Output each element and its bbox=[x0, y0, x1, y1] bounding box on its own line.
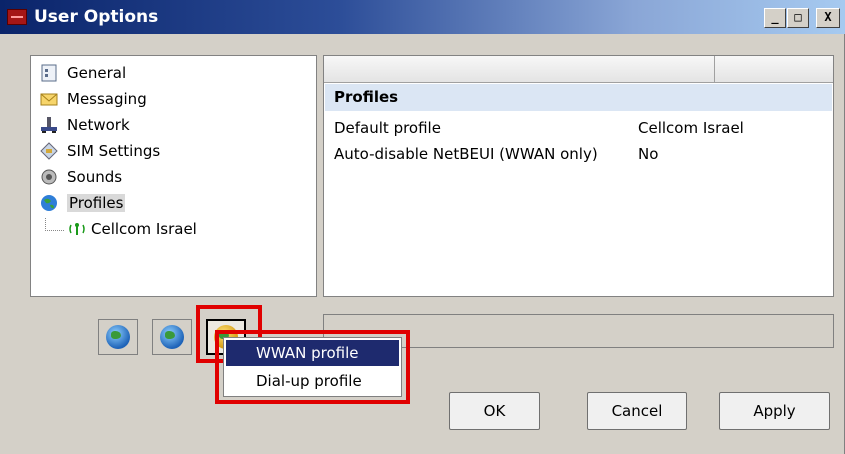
add-profile-button[interactable] bbox=[98, 319, 138, 355]
title-bar[interactable]: User Options _ □ X bbox=[0, 0, 845, 34]
tree-label: Sounds bbox=[67, 168, 123, 186]
add-profile-icon bbox=[106, 325, 130, 349]
property-row[interactable]: Default profile Cellcom Israel bbox=[334, 116, 834, 141]
antenna-icon bbox=[68, 220, 86, 238]
maximize-button[interactable]: □ bbox=[787, 8, 809, 28]
tree-label: SIM Settings bbox=[67, 142, 161, 160]
tree-label: Messaging bbox=[67, 90, 147, 108]
speaker-icon bbox=[40, 168, 60, 186]
tree-item-sounds[interactable]: Sounds bbox=[40, 166, 122, 188]
property-name: Default profile bbox=[334, 119, 441, 137]
edit-profile-icon bbox=[160, 325, 184, 349]
apply-button[interactable]: Apply bbox=[719, 392, 830, 430]
general-icon bbox=[40, 64, 60, 82]
close-button[interactable]: X bbox=[816, 8, 840, 28]
edit-profile-button[interactable] bbox=[152, 319, 192, 355]
property-grid[interactable]: Profiles Default profile Cellcom Israel … bbox=[323, 55, 834, 297]
tree-label: Cellcom Israel bbox=[91, 220, 197, 238]
menu-item-dial-up-profile[interactable]: Dial-up profile bbox=[226, 368, 399, 394]
category-tree[interactable]: General Messaging Network SIM Settings S… bbox=[30, 55, 317, 297]
new-profile-menu: WWAN profile Dial-up profile bbox=[223, 337, 402, 397]
tree-label: Profiles bbox=[67, 194, 126, 212]
tree-item-sim-settings[interactable]: SIM Settings bbox=[40, 140, 160, 162]
tree-item-general[interactable]: General bbox=[40, 62, 126, 84]
cancel-button[interactable]: Cancel bbox=[587, 392, 687, 430]
property-name: Auto-disable NetBEUI (WWAN only) bbox=[334, 145, 598, 163]
tree-item-network[interactable]: Network bbox=[40, 114, 130, 136]
ok-button[interactable]: OK bbox=[449, 392, 540, 430]
network-icon bbox=[40, 116, 60, 134]
section-header-profiles: Profiles bbox=[325, 84, 832, 111]
tree-item-cellcom-israel[interactable]: Cellcom Israel bbox=[45, 217, 197, 240]
sim-card-icon bbox=[40, 142, 60, 160]
menu-item-wwan-profile[interactable]: WWAN profile bbox=[226, 340, 399, 366]
user-options-window: User Options _ □ X General Messaging Net… bbox=[0, 0, 845, 454]
grid-header-value[interactable] bbox=[715, 56, 833, 83]
property-row[interactable]: Auto-disable NetBEUI (WWAN only) No bbox=[334, 142, 834, 167]
globe-icon bbox=[40, 194, 60, 212]
tree-item-messaging[interactable]: Messaging bbox=[40, 88, 147, 110]
envelope-icon bbox=[40, 90, 60, 108]
app-icon bbox=[7, 9, 27, 25]
property-value[interactable]: No bbox=[638, 142, 658, 167]
minimize-button[interactable]: _ bbox=[764, 8, 786, 28]
grid-header-name[interactable] bbox=[324, 56, 715, 83]
tree-label: Network bbox=[67, 116, 130, 134]
tree-connector bbox=[45, 217, 64, 231]
tree-item-profiles[interactable]: Profiles bbox=[40, 192, 126, 214]
tree-label: General bbox=[67, 64, 127, 82]
window-title: User Options bbox=[34, 7, 159, 27]
property-value[interactable]: Cellcom Israel bbox=[638, 116, 744, 141]
